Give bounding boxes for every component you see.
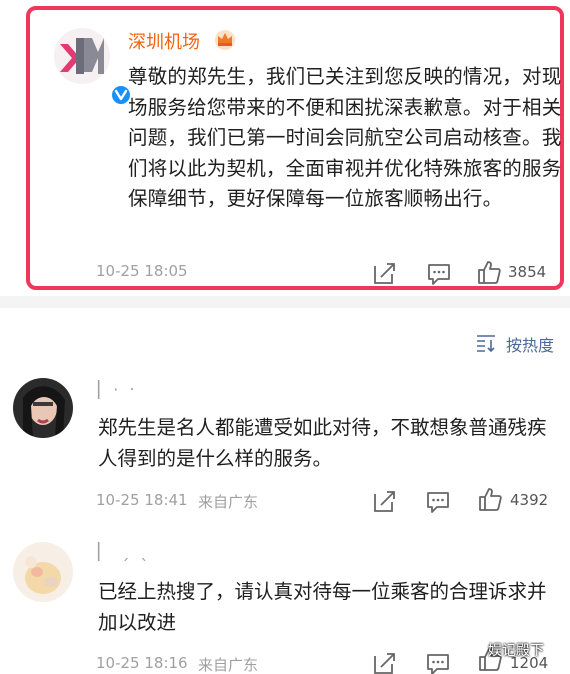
official-like-count: 3854 [508,263,547,281]
avatar[interactable] [13,378,73,438]
comment-author[interactable]: ▏ ˏ ˎ [98,542,151,561]
official-reply-text: 尊敬的郑先生，我们已关注到您反映的情况，对现场服务给您带来的不便和困扰深表歉意。… [128,65,562,210]
airport-logo-icon [54,28,110,84]
like-icon[interactable] [477,486,503,512]
comment-text: 郑先生是名人都能遭受如此对待，不敢想象普通残疾人得到的是什么样的服务。 [98,416,547,470]
share-icon[interactable] [372,650,398,674]
comment-text: 已经上热搜了，请认真对待每一位乘客的合理诉求并加以改进 [98,580,547,634]
watermark: 娱记殿下 [488,643,544,659]
official-avatar[interactable] [54,28,132,106]
comment-icon[interactable] [425,489,451,515]
official-author-name[interactable]: 深圳机场 [128,28,200,54]
comment-icon[interactable] [425,651,451,674]
section-divider [0,296,570,308]
official-reply-highlight: 深圳机场 尊敬的郑先生，我们已关注到您反映的情况，对现场服务给您带来的不便和困扰… [26,6,564,290]
sort-icon[interactable] [476,334,496,352]
comment-location: 来自广东 [198,656,259,674]
share-icon[interactable] [372,260,398,286]
share-icon[interactable] [372,488,398,514]
comment-time: 10-25 18:16 [96,654,188,672]
comment-author[interactable]: ▏· ‧ [98,380,138,399]
crown-icon [215,30,235,50]
official-reply-time: 10-25 18:05 [96,262,188,280]
comment-like-count: 4392 [510,491,549,509]
comment-location: 来自广东 [198,493,259,511]
comment-icon[interactable] [426,261,452,287]
comment-time: 10-25 18:41 [96,491,188,509]
user-avatar-icon [13,378,73,438]
user-avatar-icon [13,542,73,602]
avatar[interactable] [13,542,73,602]
sort-by-hot-button[interactable]: 按热度 [506,332,554,356]
like-icon[interactable] [476,259,502,285]
